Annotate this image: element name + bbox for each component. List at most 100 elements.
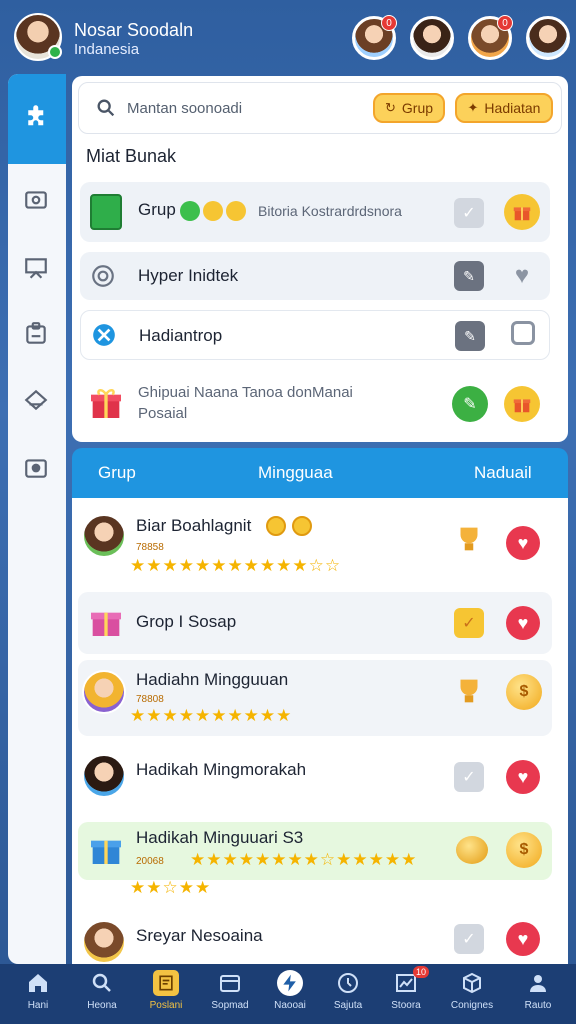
- star-rating: ★★★★★★★★★★★☆☆: [130, 556, 342, 575]
- nav-sajuta[interactable]: Sajuta: [316, 968, 380, 1022]
- coin-icon: [292, 516, 312, 536]
- row-checkbox[interactable]: ✓: [454, 924, 484, 954]
- pencil-icon: ✎: [463, 396, 477, 413]
- panel-row-ghipuai[interactable]: Ghipuai Naana Tanoa donManai Posaial ✎: [80, 372, 550, 436]
- nav-stoora[interactable]: 10 Stoora: [374, 966, 438, 1022]
- dollar-icon: $: [519, 683, 529, 700]
- dollar-icon: $: [519, 841, 529, 858]
- avatar: [82, 670, 126, 714]
- gift-icon: [513, 399, 531, 413]
- nav-profile[interactable]: Rauto: [506, 968, 570, 1022]
- nav-naooai[interactable]: Naooai: [258, 968, 322, 1022]
- nav-label: Poslani: [149, 1000, 183, 1011]
- check-icon: ✓: [462, 615, 476, 632]
- rail-item-layers[interactable]: [22, 386, 50, 414]
- coin-button[interactable]: $: [506, 674, 542, 710]
- nav-label: Conignes: [450, 1000, 494, 1011]
- nav-conignes[interactable]: Conignes: [440, 968, 504, 1022]
- money-icon: [90, 194, 122, 230]
- friend-avatar-4[interactable]: [526, 16, 570, 60]
- tab-mingguan[interactable]: Mingguaa: [258, 463, 333, 483]
- coin-button[interactable]: $: [506, 832, 542, 868]
- refresh-icon: ↻: [384, 100, 396, 115]
- like-button[interactable]: ♥: [506, 922, 540, 956]
- friend-avatar-2[interactable]: [410, 16, 454, 60]
- row-checkbox[interactable]: ✓: [454, 608, 484, 638]
- gift-button[interactable]: [504, 386, 540, 422]
- rail-item-easel[interactable]: [22, 254, 50, 282]
- heart-icon: ♥: [517, 612, 529, 633]
- row-checkbox[interactable]: [511, 321, 535, 345]
- rail-item-camera[interactable]: [22, 454, 50, 482]
- nav-poslani[interactable]: Poslani: [134, 968, 198, 1022]
- coin-icon: [203, 201, 223, 221]
- id-badge-icon: [26, 322, 46, 344]
- row-checkbox[interactable]: ✓: [454, 762, 484, 792]
- list-item-points: 20068: [136, 856, 164, 867]
- add-button[interactable]: ✎: [452, 386, 488, 422]
- nav-label: Sopmad: [211, 1000, 249, 1011]
- row-meta: Bitoria Kostrardrdsnora: [258, 203, 402, 219]
- panel-row-hadiantrop[interactable]: Hadiantrop ✎: [80, 310, 550, 360]
- photo-icon: [25, 191, 47, 209]
- list-item-name: Grop I Sosap: [136, 612, 237, 631]
- search-icon: [92, 973, 111, 992]
- trophy-icon: ✦: [467, 100, 479, 115]
- hadiah-filter-button[interactable]: ✦ Hadiatan: [455, 93, 553, 123]
- tool-icon: [93, 324, 115, 346]
- gift-button[interactable]: [504, 194, 540, 230]
- profile-avatar[interactable]: [14, 13, 62, 61]
- nav-sopmad[interactable]: Sopmad: [198, 968, 262, 1022]
- clock-icon: [338, 973, 358, 993]
- search-input[interactable]: Mantan soonoadi: [127, 100, 373, 117]
- rail-item-puzzle[interactable]: [8, 74, 66, 164]
- trophy-icon[interactable]: [452, 674, 486, 708]
- tab-hadiah[interactable]: Naduail: [474, 463, 532, 483]
- list-item[interactable]: Grop I Sosap ✓ ♥: [78, 592, 552, 654]
- trophy-icon[interactable]: [452, 522, 486, 556]
- panel-row-grup[interactable]: Grup Bitoria Kostrardrdsnora ✓: [80, 182, 550, 242]
- search-bar[interactable]: Mantan soonoadi ↻ Grup ✦ Hadiatan: [78, 82, 562, 134]
- favorite-button[interactable]: ♥: [504, 258, 540, 294]
- check-icon: ✓: [462, 769, 476, 786]
- nav-search[interactable]: Heona: [70, 968, 134, 1022]
- section-title: Miat Bunak: [86, 146, 177, 166]
- list-item-highlighted[interactable]: Hadikah Minguuari S3 20068 ★★★★★★★★☆★★★★…: [78, 822, 552, 880]
- coin-stack-icon[interactable]: [456, 836, 488, 864]
- list-item[interactable]: Hadiahn Mingguuan 78808 ★★★★★★★★★★ $: [78, 660, 552, 736]
- heart-icon: ♥: [517, 928, 529, 949]
- list-item[interactable]: Sreyar Nesoaina ✓ ♥: [78, 908, 552, 964]
- friend-avatar-3[interactable]: 0: [468, 15, 513, 60]
- heart-icon: ♥: [514, 262, 530, 289]
- like-button[interactable]: ♥: [506, 760, 540, 794]
- row-edit-button[interactable]: ✎: [454, 261, 484, 291]
- grup-filter-button[interactable]: ↻ Grup: [373, 93, 445, 123]
- list-item[interactable]: Biar Boahlagnit 78858 ★★★★★★★★★★★☆☆ ♥: [78, 504, 552, 586]
- rail-item-photo[interactable]: [22, 186, 50, 214]
- list-item-name: Sreyar Nesoaina: [136, 926, 263, 945]
- panel-row-hyper[interactable]: Hyper Inidtek ✎ ♥: [80, 252, 550, 300]
- row-edit-button[interactable]: ✎: [455, 321, 485, 351]
- hadiah-filter-label: Hadiatan: [484, 100, 541, 116]
- pencil-icon: ✎: [464, 327, 476, 344]
- avatar: [82, 514, 126, 558]
- nav-home[interactable]: Hani: [6, 968, 70, 1022]
- gift-icon: [513, 207, 531, 221]
- coin-icon: [226, 201, 246, 221]
- like-button[interactable]: ♥: [506, 526, 540, 560]
- tab-grup[interactable]: Grup: [98, 463, 136, 483]
- like-button[interactable]: ♥: [506, 606, 540, 640]
- side-rail: [8, 74, 66, 964]
- rail-item-badge[interactable]: [22, 320, 50, 348]
- nav-label: Naooai: [274, 1000, 306, 1011]
- online-status-icon: [48, 45, 62, 59]
- star-rating-extra: ★★☆★★: [130, 878, 212, 897]
- lightning-icon: [283, 974, 296, 992]
- notification-badge: 0: [497, 15, 513, 31]
- notification-badge: 10: [412, 966, 429, 978]
- row-checkbox[interactable]: ✓: [454, 198, 484, 228]
- nav-label: Sajuta: [333, 1000, 363, 1011]
- list-item[interactable]: Hadikah Mingmorakah ✓ ♥: [78, 742, 552, 814]
- friend-avatar-1[interactable]: 0: [352, 15, 397, 60]
- row-title: Grup: [138, 200, 176, 219]
